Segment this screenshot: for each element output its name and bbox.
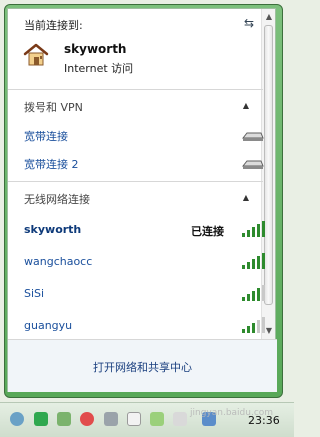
security-icon[interactable] xyxy=(104,412,118,426)
modem-icon xyxy=(241,160,264,169)
wifi-item-label: wangchaocc xyxy=(24,255,93,268)
bottom-bar: 打开网络和共享中心 xyxy=(8,339,277,392)
wifi-item-skyworth[interactable]: skyworth 已连接 xyxy=(24,221,265,243)
scroll-up-arrow-icon[interactable]: ▲ xyxy=(264,12,274,22)
signal-strength-icon xyxy=(242,221,265,237)
network-popup-panel: 当前连接到: ⇆ skyworth Internet 访问 ▲ ▼ 拨号和 VP… xyxy=(7,8,277,392)
section-dialup-vpn: 拨号和 VPN ▲ 宽带连接 宽带连接 2 xyxy=(8,89,264,172)
wifi-item-label: guangyu xyxy=(24,319,73,332)
flag-icon[interactable] xyxy=(127,412,141,426)
current-connection: 当前连接到: ⇆ skyworth Internet 访问 xyxy=(8,9,263,85)
qq-icon[interactable] xyxy=(80,412,94,426)
scroll-thumb[interactable] xyxy=(264,25,273,305)
network-icon[interactable] xyxy=(57,412,71,426)
connected-status: 已连接 xyxy=(191,225,224,238)
wifi-item-wangchaocc[interactable]: wangchaocc xyxy=(24,253,265,275)
collapse-chevron-icon[interactable]: ▲ xyxy=(241,193,251,203)
vpn-item[interactable]: 宽带连接 2 xyxy=(24,156,264,176)
system-tray-icon[interactable] xyxy=(10,412,24,426)
house-icon xyxy=(23,43,49,66)
section-title-dialup-vpn: 拨号和 VPN xyxy=(24,101,83,114)
vpn-item-label: 宽带连接 2 xyxy=(24,158,79,171)
section-title-wireless: 无线网络连接 xyxy=(24,193,90,206)
volume-icon[interactable] xyxy=(173,412,187,426)
signal-strength-icon xyxy=(242,285,265,301)
scroll-down-arrow-icon[interactable]: ▼ xyxy=(264,326,274,336)
vpn-item-label: 宽带连接 xyxy=(24,130,68,143)
current-network-name: skyworth xyxy=(64,42,127,56)
add-icon[interactable] xyxy=(34,412,48,426)
current-network-status: Internet 访问 xyxy=(64,62,134,75)
wifi-item-sisi[interactable]: SiSi xyxy=(24,285,265,307)
signal-strength-icon xyxy=(242,317,265,333)
wireless-tray-icon[interactable] xyxy=(150,412,164,426)
refresh-icon[interactable]: ⇆ xyxy=(241,16,257,30)
collapse-chevron-icon[interactable]: ▲ xyxy=(241,101,251,111)
signal-strength-icon xyxy=(242,253,265,269)
open-network-sharing-center-link[interactable]: 打开网络和共享中心 xyxy=(8,359,277,375)
vpn-item[interactable]: 宽带连接 xyxy=(24,128,264,148)
wifi-item-guangyu[interactable]: guangyu xyxy=(24,317,265,339)
current-connection-label: 当前连接到: xyxy=(24,19,83,32)
watermark-text: jingyan.baidu.com xyxy=(190,408,274,418)
modem-icon xyxy=(241,132,264,141)
section-wireless: 无线网络连接 ▲ skyworth 已连接 wangchaocc SiSi gu… xyxy=(8,181,265,340)
wifi-item-label: skyworth xyxy=(24,223,82,236)
wifi-item-label: SiSi xyxy=(24,287,45,300)
